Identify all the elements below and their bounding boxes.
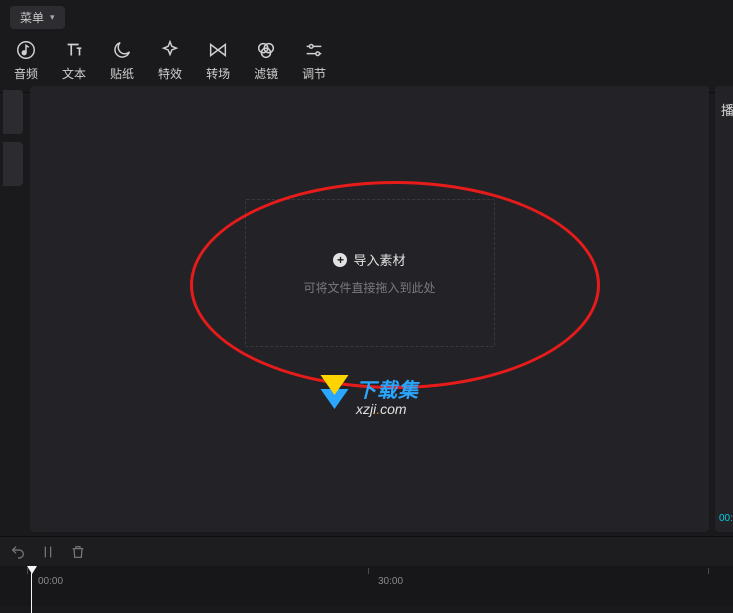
import-drop-zone[interactable]: + 导入素材 可将文件直接拖入到此处	[245, 199, 495, 347]
tab-adjust[interactable]: 调节	[302, 39, 326, 82]
tab-adjust-label: 调节	[302, 65, 326, 82]
tab-sticker-label: 贴纸	[110, 65, 134, 82]
import-title-row: + 导入素材	[333, 250, 405, 269]
timeline-label: 30:00	[378, 576, 403, 587]
watermark-line1: 下载集	[356, 380, 419, 402]
venn-icon	[255, 39, 277, 61]
tab-audio-label: 音频	[14, 65, 38, 82]
tab-text[interactable]: 文本	[62, 39, 86, 82]
menu-dropdown[interactable]: 菜单 ▾	[10, 6, 65, 29]
preview-timecode: 00:0	[719, 513, 733, 524]
left-rail	[0, 82, 26, 536]
watermark-line2: xzji.com	[356, 402, 419, 417]
tab-transition[interactable]: 转场	[206, 39, 230, 82]
timeline-label: 00:00	[38, 576, 63, 587]
watermark-text: 下载集 xzji.com	[356, 380, 419, 417]
media-panel: + 导入素材 可将文件直接拖入到此处 下载集 xzji.com	[30, 86, 709, 532]
watermark: 下载集 xzji.com	[320, 380, 419, 417]
left-rail-tab-2[interactable]	[3, 142, 23, 186]
moon-icon	[111, 39, 133, 61]
import-subtitle: 可将文件直接拖入到此处	[303, 279, 435, 296]
timeline[interactable]: 00:00 30:00	[0, 566, 733, 606]
timeline-toolbar	[0, 536, 733, 566]
delete-icon[interactable]	[70, 544, 86, 560]
tab-filter[interactable]: 滤镜	[254, 39, 278, 82]
text-icon	[63, 39, 85, 61]
music-note-icon	[15, 39, 37, 61]
tab-audio[interactable]: 音频	[14, 39, 38, 82]
sliders-icon	[303, 39, 325, 61]
bowtie-icon	[207, 39, 229, 61]
sparkle-icon	[159, 39, 181, 61]
undo-icon[interactable]	[10, 544, 26, 560]
playhead[interactable]	[27, 566, 37, 574]
tab-text-label: 文本	[62, 65, 86, 82]
left-rail-tab-1[interactable]	[3, 90, 23, 134]
tab-filter-label: 滤镜	[254, 65, 278, 82]
chevron-down-icon: ▾	[50, 12, 55, 23]
preview-panel-label: 播	[721, 100, 733, 119]
import-title: 导入素材	[353, 250, 405, 269]
menu-bar: 菜单 ▾	[0, 0, 733, 35]
tab-effect-label: 特效	[158, 65, 182, 82]
plus-icon: +	[333, 253, 347, 267]
preview-panel: 播 00:0	[715, 86, 733, 532]
timeline-tick	[368, 568, 369, 574]
tab-effect[interactable]: 特效	[158, 39, 182, 82]
timeline-tick	[708, 568, 709, 574]
menu-dropdown-label: 菜单	[20, 9, 44, 26]
workspace: + 导入素材 可将文件直接拖入到此处 下载集 xzji.com 播 00:0	[0, 82, 733, 536]
tab-transition-label: 转场	[206, 65, 230, 82]
timeline-tick	[27, 568, 28, 574]
tab-sticker[interactable]: 贴纸	[110, 39, 134, 82]
split-icon[interactable]	[40, 544, 56, 560]
download-arrow-icon	[320, 389, 348, 409]
